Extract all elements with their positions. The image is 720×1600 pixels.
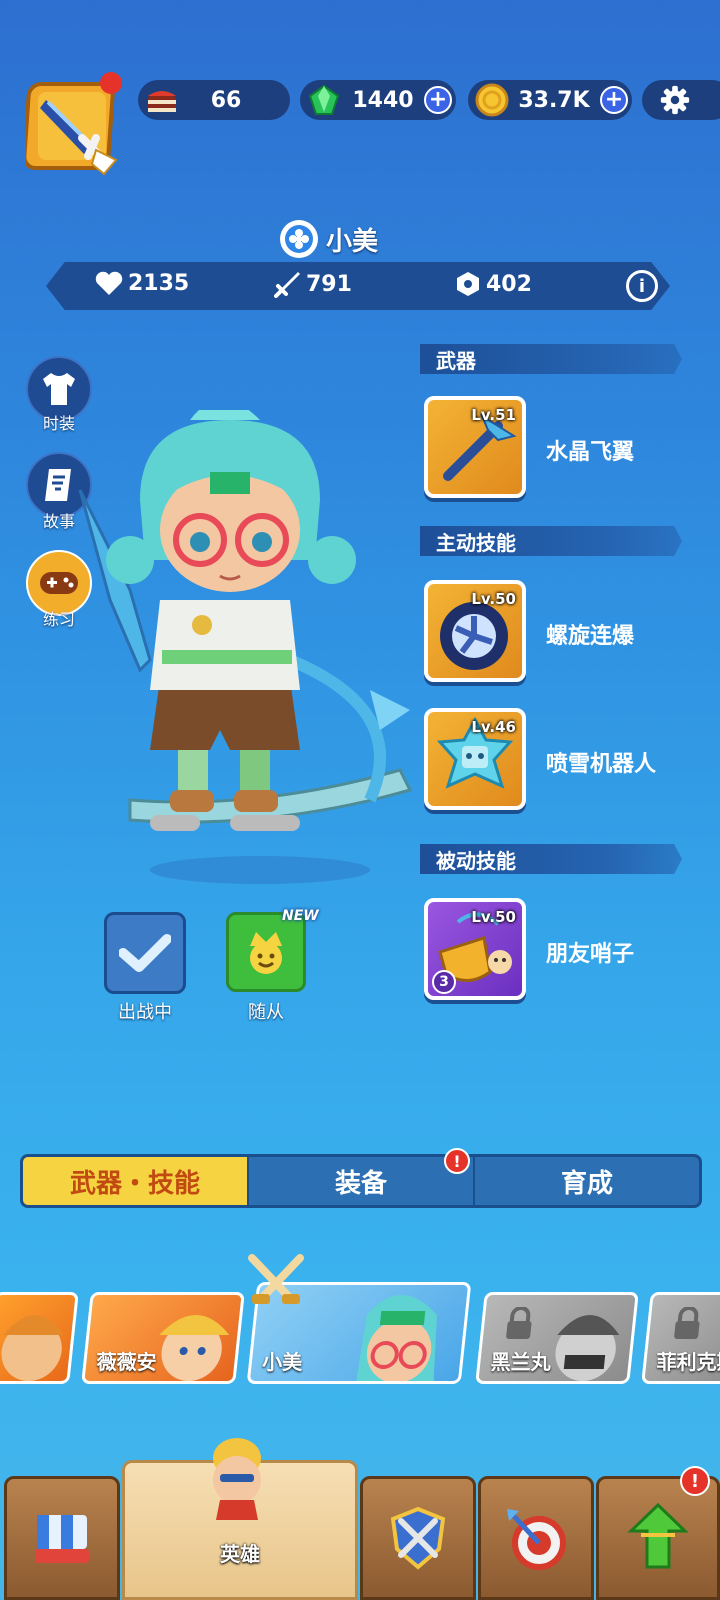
shield-icon — [457, 272, 479, 296]
hero-card-label: 小美 — [262, 1350, 303, 1374]
deployed-label: 出战中 — [118, 1002, 172, 1023]
hero-nav-icon — [213, 1438, 261, 1520]
active-skill-2-level: Lv.46 — [471, 718, 516, 736]
hero-name: 小美 — [326, 226, 379, 257]
defense-stat: 402 — [454, 270, 532, 298]
battle-shield-icon — [390, 1506, 446, 1570]
shirt-icon — [43, 373, 75, 405]
stats-info-button[interactable]: i — [626, 270, 658, 302]
hero-title: 小美 — [280, 220, 378, 258]
weapon-name: 水晶飞翼 — [546, 440, 635, 465]
cake-value: 66 — [210, 87, 242, 113]
add-coins-button[interactable]: + — [600, 86, 628, 114]
checkmark-icon — [119, 934, 171, 972]
cake-counter[interactable]: 66 — [138, 80, 290, 120]
attack-value: 791 — [306, 271, 352, 297]
lock-icon — [674, 1307, 700, 1339]
passive-skill-1-name: 朋友哨子 — [546, 942, 635, 967]
defense-value: 402 — [486, 271, 532, 297]
target-dart-icon — [507, 1509, 566, 1570]
tab-equipment[interactable]: 装备 — [247, 1157, 473, 1205]
gem-counter[interactable]: 1440 + — [300, 80, 456, 120]
element-ice-icon — [280, 220, 318, 258]
deployed-toggle[interactable] — [104, 912, 186, 994]
passive-skill-1-level: Lv.50 — [471, 908, 516, 926]
coin-counter[interactable]: 33.7K + — [468, 80, 632, 120]
gear-icon — [660, 85, 690, 115]
tab-training[interactable]: 育成 — [473, 1157, 699, 1205]
active-skill-1-level: Lv.50 — [471, 590, 516, 608]
notification-dot — [100, 72, 122, 94]
crown-face-icon — [250, 932, 282, 974]
follower-label: 随从 — [248, 1002, 284, 1023]
active-skill-1-name: 螺旋连爆 — [546, 624, 635, 649]
nav-battle[interactable] — [360, 1476, 476, 1600]
equipment-alert-badge: ! — [444, 1148, 470, 1174]
active-skill-card-2[interactable]: Lv.46 — [424, 708, 526, 810]
attack-stat: 791 — [274, 270, 352, 298]
upgrade-alert-badge: ! — [680, 1466, 710, 1496]
hero-tabs: 武器・技能 装备 育成 — [20, 1154, 702, 1208]
hero-portrait — [1, 1315, 64, 1381]
add-gems-button[interactable]: + — [424, 86, 452, 114]
passive-skill-rank-badge: 3 — [432, 970, 456, 994]
tab-training-label: 育成 — [560, 1168, 613, 1199]
sword-icon — [274, 272, 300, 298]
lock-icon — [506, 1307, 532, 1339]
nav-target[interactable] — [478, 1476, 594, 1600]
crossed-swords-icon — [248, 1254, 304, 1304]
passive-skill-card-1[interactable]: Lv.50 3 — [424, 898, 526, 1000]
shop-stall-icon — [35, 1515, 89, 1563]
settings-button[interactable] — [642, 80, 720, 120]
weapon-level: Lv.51 — [471, 406, 516, 424]
weapon-shop-button[interactable] — [22, 72, 126, 176]
follower-button[interactable] — [226, 912, 306, 992]
tab-equipment-label: 装备 — [334, 1168, 387, 1199]
hp-value: 2135 — [128, 270, 190, 296]
new-badge: NEW — [282, 908, 319, 924]
hero-card-label: 黑兰丸 — [490, 1350, 551, 1374]
active-skill-card-1[interactable]: Lv.50 — [424, 580, 526, 682]
heart-icon — [95, 271, 123, 295]
active-skills-label: 主动技能 — [436, 530, 516, 555]
hero-card-felix[interactable]: 菲利克斯 — [641, 1292, 720, 1384]
upgrade-arrow-icon — [627, 1502, 689, 1569]
active-skills-header: 主动技能 — [420, 526, 682, 556]
weapon-card[interactable]: Lv.51 — [424, 396, 526, 498]
weapon-section-label: 武器 — [436, 348, 476, 373]
info-icon: i — [638, 275, 646, 297]
hero-card-label: 菲利克斯 — [656, 1350, 720, 1374]
hp-stat: 2135 — [94, 270, 189, 296]
hero-card-vivian[interactable]: 薇薇安 — [81, 1292, 245, 1384]
weapon-section-header: 武器 — [420, 344, 682, 374]
tab-weapon-skills[interactable]: 武器・技能 — [23, 1157, 247, 1205]
nav-shop[interactable] — [4, 1476, 120, 1600]
hero-card-kuroranmaru[interactable]: 黑兰丸 — [475, 1292, 639, 1384]
passive-skills-header: 被动技能 — [420, 844, 682, 874]
nav-upgrade[interactable] — [596, 1476, 720, 1600]
nav-hero-label: 英雄 — [220, 1542, 260, 1566]
passive-skills-label: 被动技能 — [436, 848, 516, 873]
hero-card-label: 薇薇安 — [96, 1350, 157, 1374]
tab-weapon-skills-label: 武器・技能 — [69, 1168, 200, 1199]
hero-character-model — [78, 410, 413, 884]
hero-card-unnamed[interactable] — [0, 1292, 79, 1384]
active-skill-2-name: 喷雪机器人 — [546, 752, 657, 777]
